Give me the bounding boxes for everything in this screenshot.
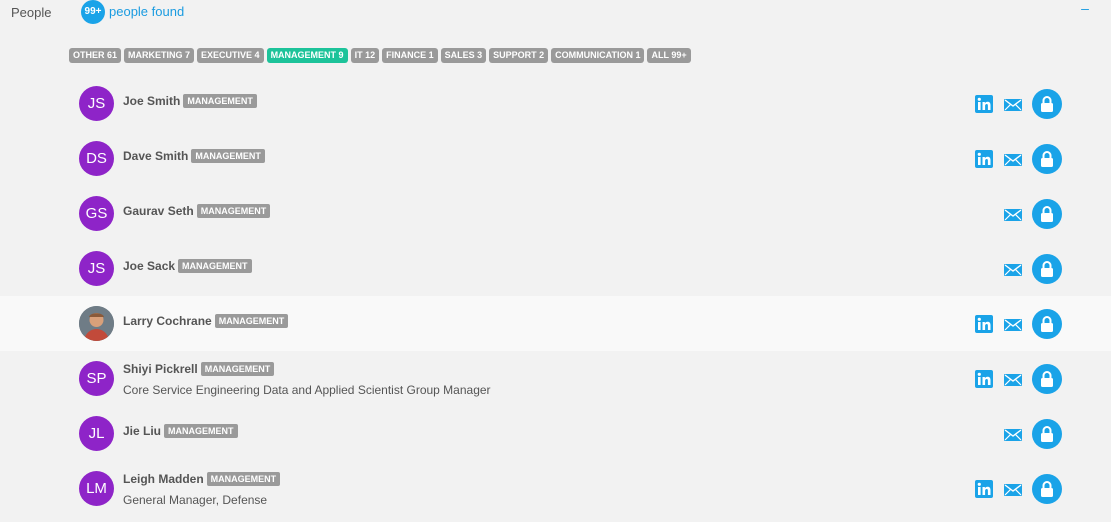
mail-icon[interactable] bbox=[1004, 208, 1022, 221]
person-heading: Joe Smith MANAGEMENT bbox=[123, 94, 257, 108]
department-tag: MANAGEMENT bbox=[214, 314, 289, 328]
mail-icon[interactable] bbox=[1004, 318, 1022, 331]
person-name[interactable]: Leigh Madden bbox=[123, 472, 204, 486]
unlock-contact-button[interactable] bbox=[1032, 144, 1062, 174]
contact-actions bbox=[967, 89, 1077, 119]
filter-pill[interactable]: COMMUNICATION 1 bbox=[551, 48, 645, 63]
person-name[interactable]: Shiyi Pickrell bbox=[123, 362, 198, 376]
person-name[interactable]: Gaurav Seth bbox=[123, 204, 194, 218]
department-tag: MANAGEMENT bbox=[191, 149, 265, 163]
person-row[interactable]: JL Jie Liu MANAGEMENT bbox=[0, 406, 1111, 461]
contact-actions bbox=[967, 254, 1077, 284]
avatar: JL bbox=[79, 416, 114, 451]
linkedin-icon[interactable] bbox=[975, 150, 993, 168]
person-row[interactable]: SP Shiyi Pickrell MANAGEMENT Core Service E… bbox=[0, 351, 1111, 406]
person-name[interactable]: Dave Smith bbox=[123, 149, 188, 163]
avatar: JS bbox=[79, 86, 114, 121]
person-heading: Joe Sack MANAGEMENT bbox=[123, 259, 252, 273]
unlock-contact-button[interactable] bbox=[1032, 474, 1062, 504]
collapse-button[interactable]: – bbox=[1079, 0, 1091, 20]
filter-pill[interactable]: ALL 99+ bbox=[647, 48, 691, 63]
department-tag: MANAGEMENT bbox=[206, 472, 281, 486]
department-filter-bar: OTHER 61 MARKETING 7 EXECUTIVE 4 MANAGEMENT… bbox=[69, 48, 691, 63]
avatar bbox=[79, 306, 114, 341]
contact-actions bbox=[967, 144, 1077, 174]
person-row[interactable]: JS Joe Sack MANAGEMENT bbox=[0, 241, 1111, 296]
unlock-contact-button[interactable] bbox=[1032, 254, 1062, 284]
person-name[interactable]: Larry Cochrane bbox=[123, 314, 212, 328]
person-name[interactable]: Joe Sack bbox=[123, 259, 175, 273]
linkedin-icon[interactable] bbox=[975, 95, 993, 113]
person-heading: Dave Smith MANAGEMENT bbox=[123, 149, 265, 163]
mail-icon[interactable] bbox=[1004, 263, 1022, 276]
filter-pill[interactable]: SALES 3 bbox=[440, 48, 487, 63]
avatar: DS bbox=[79, 141, 114, 176]
mail-icon[interactable] bbox=[1004, 428, 1022, 441]
department-tag: MANAGEMENT bbox=[200, 362, 275, 376]
person-row[interactable]: JS Joe Smith MANAGEMENT bbox=[0, 76, 1111, 131]
linkedin-icon[interactable] bbox=[975, 370, 993, 388]
person-row[interactable]: GS Gaurav Seth MANAGEMENT bbox=[0, 186, 1111, 241]
person-name[interactable]: Jie Liu bbox=[123, 424, 161, 438]
unlock-contact-button[interactable] bbox=[1032, 199, 1062, 229]
person-heading: Jie Liu MANAGEMENT bbox=[123, 424, 238, 438]
contact-actions bbox=[967, 199, 1077, 229]
person-job-title: Core Service Engineering Data and Applie… bbox=[123, 383, 491, 397]
contact-actions bbox=[967, 419, 1077, 449]
person-heading: Shiyi Pickrell MANAGEMENT bbox=[123, 362, 275, 376]
person-row[interactable]: Larry Cochrane MANAGEMENT bbox=[0, 296, 1111, 351]
unlock-contact-button[interactable] bbox=[1032, 419, 1062, 449]
department-tag: MANAGEMENT bbox=[183, 94, 257, 108]
filter-pill[interactable]: OTHER 61 bbox=[69, 48, 122, 63]
filter-pill[interactable]: EXECUTIVE 4 bbox=[197, 48, 264, 63]
person-heading: Gaurav Seth MANAGEMENT bbox=[123, 204, 271, 218]
contact-actions bbox=[967, 364, 1077, 394]
person-row[interactable]: DS Dave Smith MANAGEMENT bbox=[0, 131, 1111, 186]
mail-icon[interactable] bbox=[1004, 98, 1022, 111]
person-name[interactable]: Joe Smith bbox=[123, 94, 180, 108]
mail-icon[interactable] bbox=[1004, 373, 1022, 386]
filter-pill[interactable]: MANAGEMENT 9 bbox=[266, 48, 348, 63]
person-row[interactable]: LM Leigh Madden MANAGEMENT General Manager,… bbox=[0, 461, 1111, 516]
avatar: LM bbox=[79, 471, 114, 506]
unlock-contact-button[interactable] bbox=[1032, 89, 1062, 119]
person-heading: Leigh Madden MANAGEMENT bbox=[123, 472, 281, 486]
people-count-badge: 99+ bbox=[81, 0, 105, 24]
mail-icon[interactable] bbox=[1004, 153, 1022, 166]
section-label: People bbox=[11, 5, 52, 20]
department-tag: MANAGEMENT bbox=[178, 259, 252, 273]
avatar: SP bbox=[79, 361, 114, 396]
contact-actions bbox=[967, 309, 1077, 339]
avatar: JS bbox=[79, 251, 114, 286]
unlock-contact-button[interactable] bbox=[1032, 309, 1062, 339]
people-found-text: people found bbox=[109, 4, 185, 19]
filter-pill[interactable]: IT 12 bbox=[350, 48, 380, 63]
unlock-contact-button[interactable] bbox=[1032, 364, 1062, 394]
filter-pill[interactable]: MARKETING 7 bbox=[124, 48, 195, 63]
people-list: JS Joe Smith MANAGEMENT DS Dave Smith MANAGEM… bbox=[0, 76, 1111, 516]
department-tag: MANAGEMENT bbox=[164, 424, 238, 438]
mail-icon[interactable] bbox=[1004, 483, 1022, 496]
person-job-title: General Manager, Defense bbox=[123, 493, 268, 507]
filter-pill[interactable]: SUPPORT 2 bbox=[489, 48, 549, 63]
linkedin-icon[interactable] bbox=[975, 315, 993, 333]
avatar: GS bbox=[79, 196, 114, 231]
linkedin-icon[interactable] bbox=[975, 480, 993, 498]
person-heading: Larry Cochrane MANAGEMENT bbox=[123, 314, 289, 328]
department-tag: MANAGEMENT bbox=[196, 204, 271, 218]
filter-pill[interactable]: FINANCE 1 bbox=[382, 48, 438, 63]
people-header: People 99+ people found – bbox=[0, 0, 1111, 24]
contact-actions bbox=[967, 474, 1077, 504]
